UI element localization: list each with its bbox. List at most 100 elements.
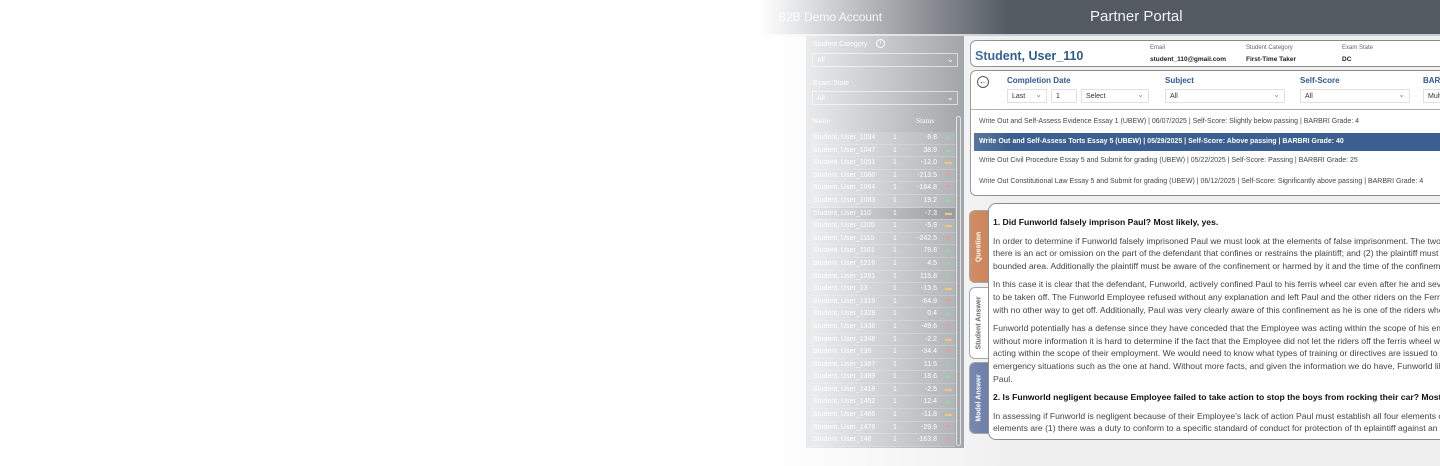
table-row[interactable]: Student, User_1328 1 0.4 ▲	[811, 308, 955, 321]
student-name-cell: Student, User_1389	[813, 373, 876, 381]
status-down-icon: ▼	[945, 423, 952, 431]
count-cell: 1	[893, 297, 897, 305]
student-name-cell: Student, User_1064	[813, 184, 876, 192]
student-name-cell: Student, User_1060	[813, 171, 876, 179]
info-icon[interactable]: i	[876, 39, 885, 48]
email-value: student_110@gmail.com	[1150, 56, 1227, 63]
student-name-cell: Student, User_1348	[813, 335, 876, 343]
score-cell: 11.5	[923, 360, 937, 368]
score-cell: 19.2	[923, 196, 937, 204]
answer-heading-1: 1. Did Funworld falsely imprison Paul? M…	[993, 217, 1219, 227]
last-value: Last	[1012, 93, 1026, 100]
name-column-header[interactable]: Name	[812, 116, 830, 125]
student-name-cell: Student, User_1034	[813, 134, 876, 141]
unit-value: Select	[1086, 93, 1106, 100]
count-cell: 1	[893, 348, 897, 356]
table-row[interactable]: Student, User_110 1 -7.3 ▬	[811, 207, 955, 221]
score-cell: -29.9	[921, 423, 937, 431]
student-name-cell: Student, User_1161	[813, 247, 875, 255]
table-row[interactable]: Student, User_1319 1 -64.9 ▼	[811, 295, 955, 309]
answer-paragraph: In assessing if Funworld is negligent be…	[993, 410, 1440, 434]
assignment-item[interactable]: Write Out and Self-Assess Evidence Essay…	[974, 113, 1440, 131]
table-row[interactable]: Student, User_1418 1 -2.5 ▬	[811, 383, 955, 397]
self-score-select[interactable]: All ⌄	[1300, 89, 1410, 103]
student-name-cell: Student, User_1319	[813, 297, 876, 305]
table-row[interactable]: Student, User_1389 1 18.6 ▲	[811, 371, 955, 384]
score-cell: 18.6	[923, 373, 937, 381]
student-category-select[interactable]: All ⌄	[812, 53, 958, 67]
table-row[interactable]: Student, User_1161 1 79.8 ▲	[811, 245, 955, 258]
count-cell: 1	[893, 171, 897, 179]
subject-select[interactable]: All ⌄	[1165, 89, 1285, 103]
table-row[interactable]: Student, User_135 1 -34.4 ▼	[811, 346, 955, 359]
table-row[interactable]: Student, User_1478 1 -29.9 ▼	[811, 421, 955, 435]
subject-label: Subject	[1165, 76, 1194, 85]
table-row[interactable]: Student, User_148 1 -163.8 ▼	[811, 434, 955, 447]
tab-student-answer-label: Student Answer	[975, 296, 983, 350]
count-cell: 1	[893, 411, 897, 419]
score-cell: -12.0	[921, 159, 937, 167]
score-cell: -163.8	[917, 436, 937, 444]
tab-student-answer[interactable]: Student Answer	[969, 287, 989, 359]
table-row[interactable]: Student, User_1110 1 -242.5 ▼	[811, 232, 955, 246]
assignment-item-selected[interactable]: Write Out and Self-Assess Torts Essay 5 …	[974, 133, 1440, 151]
status-column-header[interactable]: Status	[916, 116, 934, 125]
count-cell: 1	[893, 310, 897, 318]
answer-paragraph: In order to determine if Funworld falsel…	[993, 235, 1440, 271]
tab-question[interactable]: Question	[969, 210, 989, 283]
table-row[interactable]: Student, User_13 1 -13.5 ▬	[811, 283, 955, 296]
scrollbar[interactable]	[956, 116, 961, 446]
table-row[interactable]: Student, User_1466 1 -11.8 ▬	[811, 409, 955, 422]
student-table: Student, User_1034 1 6.8 ▲ Student, User_104…	[811, 132, 955, 447]
score-cell: 115.8	[920, 272, 937, 280]
assignment-item[interactable]: Write Out Constitutional Law Essay 5 and…	[974, 173, 1440, 191]
count-input[interactable]: 1	[1051, 89, 1077, 103]
table-row[interactable]: Student, User_1281 1 115.8 ▲	[811, 270, 955, 284]
table-row[interactable]: Student, User_1060 1 -213.5 ▼	[811, 169, 955, 183]
table-row[interactable]: Student, User_1034 1 6.8 ▲	[811, 132, 955, 145]
table-row[interactable]: Student, User_1338 1 -49.6 ▼	[811, 320, 955, 334]
subject-value: All	[1170, 93, 1178, 100]
score-cell: -11.8	[921, 411, 937, 419]
table-row[interactable]: Student, User_1105 1 -5.9 ▬	[811, 220, 955, 233]
student-name-cell: Student, User_1452	[813, 398, 876, 406]
status-up-icon: ▲	[945, 398, 952, 406]
table-row[interactable]: Student, User_1367 1 11.5 ▲	[811, 358, 955, 372]
student-name-cell: Student, User_110	[813, 209, 871, 217]
status-down-icon: ▼	[945, 184, 952, 192]
chevron-down-icon: ⌄	[1137, 90, 1144, 99]
answer-paragraph: Funworld potentially has a defense since…	[993, 323, 1440, 384]
table-row[interactable]: Student, User_1083 1 19.2 ▲	[811, 194, 955, 208]
student-name-cell: Student, User_1418	[813, 385, 876, 393]
tab-model-answer[interactable]: Model Answer	[969, 362, 989, 434]
student-name-cell: Student, User_1328	[813, 310, 876, 318]
student-name-cell: Student, User_135	[813, 348, 872, 356]
barbri-select[interactable]: Mult	[1423, 89, 1440, 103]
table-row[interactable]: Student, User_1051 1 -12.0 ▬	[811, 157, 955, 170]
table-header: Name Status	[812, 116, 958, 130]
back-arrow-icon[interactable]: ←	[977, 76, 989, 88]
table-row[interactable]: Student, User_1348 1 -2.2 ▬	[811, 333, 955, 347]
unit-select[interactable]: Select ⌄	[1081, 89, 1149, 103]
account-name: B2B Demo Account	[778, 10, 883, 24]
exam-state-select[interactable]: All ⌄	[812, 91, 958, 105]
tab-model-answer-label: Model Answer	[975, 374, 983, 422]
score-cell: -7.3	[924, 209, 937, 217]
status-up-icon: ▲	[945, 259, 952, 267]
count-cell: 1	[893, 385, 897, 393]
table-row[interactable]: Student, User_1064 1 -184.8 ▼	[811, 182, 955, 195]
table-row[interactable]: Student, User_1216 1 4.5 ▲	[811, 257, 955, 271]
assignment-item[interactable]: Write Out Civil Procedure Essay 5 and Su…	[974, 152, 1440, 170]
student-category-label: Student Category	[813, 41, 868, 48]
score-cell: -213.5	[917, 171, 937, 179]
score-cell: -34.4	[921, 348, 937, 356]
last-select[interactable]: Last ⌄	[1007, 89, 1047, 103]
table-row[interactable]: Student, User_1047 1 38.9 ▲	[811, 144, 955, 158]
student-name-cell: Student, User_1216	[813, 259, 876, 267]
answer-paragraph: In this case it is clear that the defend…	[993, 279, 1440, 315]
table-row[interactable]: Student, User_1452 1 12.4 ▲	[811, 396, 955, 410]
status-flat-icon: ▬	[945, 335, 952, 343]
status-down-icon: ▼	[945, 171, 952, 179]
email-label: Email	[1150, 45, 1166, 51]
score-cell: 0.4	[927, 310, 937, 318]
